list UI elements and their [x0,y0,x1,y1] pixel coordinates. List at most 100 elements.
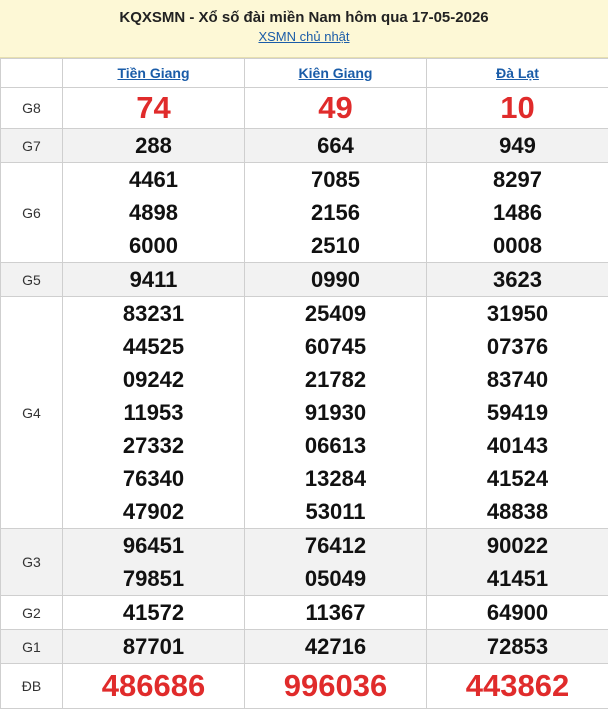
prize-cell: 664 [245,129,427,163]
page-title: KQXSMN - Xổ số đài miền Nam hôm qua 17-0… [0,8,608,28]
prize-number: 60745 [245,330,426,363]
prize-number: 83231 [63,297,244,330]
prize-number: 09242 [63,363,244,396]
prize-number: 10 [427,88,608,128]
prize-cell: 41572 [63,596,245,630]
prize-number: 41451 [427,562,608,595]
province-header-row: Tiền Giang Kiên Giang Đà Lạt [1,59,608,88]
prize-number: 664 [245,129,426,162]
prize-row-g8: G8744910 [1,88,608,129]
prize-number: 0990 [245,263,426,296]
prize-label: G1 [1,630,63,664]
province-link-kien-giang[interactable]: Kiên Giang [299,65,373,81]
prize-row-g7: G7288664949 [1,129,608,163]
prize-cell: 708521562510 [245,163,427,263]
prize-cell: 74 [63,88,245,129]
prize-number: 8297 [427,163,608,196]
corner-cell [1,59,63,88]
prize-number: 949 [427,129,608,162]
prize-cell: 446148986000 [63,163,245,263]
prize-number: 90022 [427,529,608,562]
prize-number: 44525 [63,330,244,363]
prize-cell: 31950073768374059419401434152448838 [427,297,608,529]
prize-row-g6: G6446148986000708521562510829714860008 [1,163,608,263]
prize-number: 47902 [63,495,244,528]
province-link-da-lat[interactable]: Đà Lạt [496,65,539,81]
prize-number: 83740 [427,363,608,396]
prize-cell: 3623 [427,263,608,297]
prize-row-g2: G2415721136764900 [1,596,608,630]
prize-number: 443862 [427,666,608,706]
prize-cell: 87701 [63,630,245,664]
prize-number: 76412 [245,529,426,562]
prize-cell: 9645179851 [63,529,245,596]
prize-number: 91930 [245,396,426,429]
prize-number: 49 [245,88,426,128]
prize-label: ĐB [1,664,63,709]
prize-number: 25409 [245,297,426,330]
prize-label: G2 [1,596,63,630]
prize-number: 21782 [245,363,426,396]
prize-cell: 949 [427,129,608,163]
results-page: KQXSMN - Xổ số đài miền Nam hôm qua 17-0… [0,0,608,705]
prize-label: G7 [1,129,63,163]
prize-cell: 443862 [427,664,608,709]
prize-number: 87701 [63,630,244,663]
prize-number: 6000 [63,229,244,262]
prize-cell: 49 [245,88,427,129]
prize-cell: 83231445250924211953273327634047902 [63,297,245,529]
prize-number: 42716 [245,630,426,663]
prize-number: 4898 [63,196,244,229]
prize-number: 31950 [427,297,608,330]
prize-number: 72853 [427,630,608,663]
prize-number: 9411 [63,263,244,296]
prize-number: 996036 [245,666,426,706]
prize-label: G3 [1,529,63,596]
prize-cell: 996036 [245,664,427,709]
prize-row-g3: G3964517985176412050499002241451 [1,529,608,596]
prize-number: 11953 [63,396,244,429]
prize-cell: 0990 [245,263,427,297]
prize-cell: 25409607452178291930066131328453011 [245,297,427,529]
prize-cell: 11367 [245,596,427,630]
prize-number: 41524 [427,462,608,495]
prize-cell: 829714860008 [427,163,608,263]
prize-cell: 72853 [427,630,608,664]
prize-row-g4: G483231445250924211953273327634047902254… [1,297,608,529]
prize-number: 07376 [427,330,608,363]
prize-cell: 288 [63,129,245,163]
prize-number: 41572 [63,596,244,629]
prize-number: 2510 [245,229,426,262]
prize-number: 06613 [245,429,426,462]
prize-label: G6 [1,163,63,263]
prize-number: 0008 [427,229,608,262]
prize-number: 76340 [63,462,244,495]
prize-cell: 9002241451 [427,529,608,596]
xsmn-sunday-link[interactable]: XSMN chủ nhật [258,29,349,44]
prize-number: 79851 [63,562,244,595]
prize-number: 486686 [63,666,244,706]
prize-number: 3623 [427,263,608,296]
prize-number: 05049 [245,562,426,595]
prize-number: 53011 [245,495,426,528]
prize-row-g1: G1877014271672853 [1,630,608,664]
prize-number: 74 [63,88,244,128]
prize-number: 7085 [245,163,426,196]
prize-row-db: ĐB486686996036443862 [1,664,608,709]
prize-cell: 10 [427,88,608,129]
results-table: Tiền Giang Kiên Giang Đà Lạt G8744910G72… [0,58,608,709]
prize-cell: 7641205049 [245,529,427,596]
prize-cell: 42716 [245,630,427,664]
prize-number: 1486 [427,196,608,229]
prize-number: 2156 [245,196,426,229]
province-link-tien-giang[interactable]: Tiền Giang [117,65,189,81]
prize-number: 13284 [245,462,426,495]
prize-label: G5 [1,263,63,297]
prize-number: 96451 [63,529,244,562]
prize-row-g5: G5941109903623 [1,263,608,297]
prize-label: G4 [1,297,63,529]
prize-number: 59419 [427,396,608,429]
prize-label: G8 [1,88,63,129]
prize-number: 64900 [427,596,608,629]
prize-number: 11367 [245,596,426,629]
